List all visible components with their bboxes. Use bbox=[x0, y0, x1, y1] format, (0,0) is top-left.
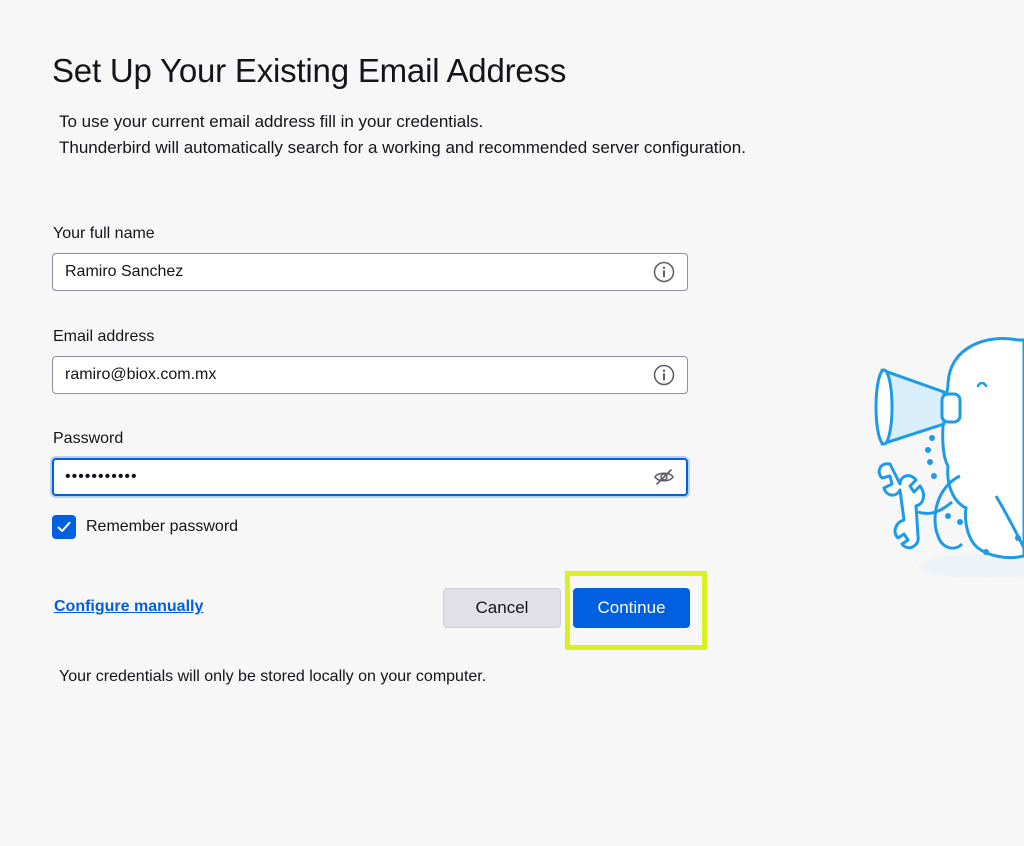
info-icon[interactable] bbox=[653, 364, 675, 386]
remember-password-row[interactable]: Remember password bbox=[52, 515, 238, 539]
octopus-mascot-illustration bbox=[868, 326, 1024, 591]
remember-password-label[interactable]: Remember password bbox=[86, 518, 238, 536]
full-name-value[interactable]: Ramiro Sanchez bbox=[65, 263, 653, 281]
email-label: Email address bbox=[53, 328, 155, 345]
password-field[interactable]: ••••••••••• bbox=[52, 458, 688, 496]
full-name-label: Your full name bbox=[53, 225, 155, 242]
credentials-note: Your credentials will only be stored loc… bbox=[59, 668, 487, 685]
cancel-button[interactable]: Cancel bbox=[443, 588, 561, 628]
intro-line-2: Thunderbird will automatically search fo… bbox=[59, 138, 746, 157]
checkmark-icon bbox=[57, 521, 71, 532]
info-icon[interactable] bbox=[653, 261, 675, 283]
email-field[interactable]: ramiro@biox.com.mx bbox=[52, 356, 688, 394]
email-value[interactable]: ramiro@biox.com.mx bbox=[65, 366, 653, 384]
page-title: Set Up Your Existing Email Address bbox=[52, 52, 567, 89]
password-label: Password bbox=[53, 430, 124, 447]
eye-slash-icon[interactable] bbox=[653, 466, 675, 488]
continue-button[interactable]: Continue bbox=[573, 588, 690, 628]
account-setup-page: Set Up Your Existing Email Address To us… bbox=[0, 0, 1024, 846]
password-value[interactable]: ••••••••••• bbox=[65, 468, 653, 486]
remember-password-checkbox[interactable] bbox=[52, 515, 76, 539]
configure-manually-link[interactable]: Configure manually bbox=[54, 598, 203, 616]
full-name-field[interactable]: Ramiro Sanchez bbox=[52, 253, 688, 291]
intro-line-1: To use your current email address fill i… bbox=[59, 112, 484, 131]
intro-text: To use your current email address fill i… bbox=[59, 109, 746, 161]
